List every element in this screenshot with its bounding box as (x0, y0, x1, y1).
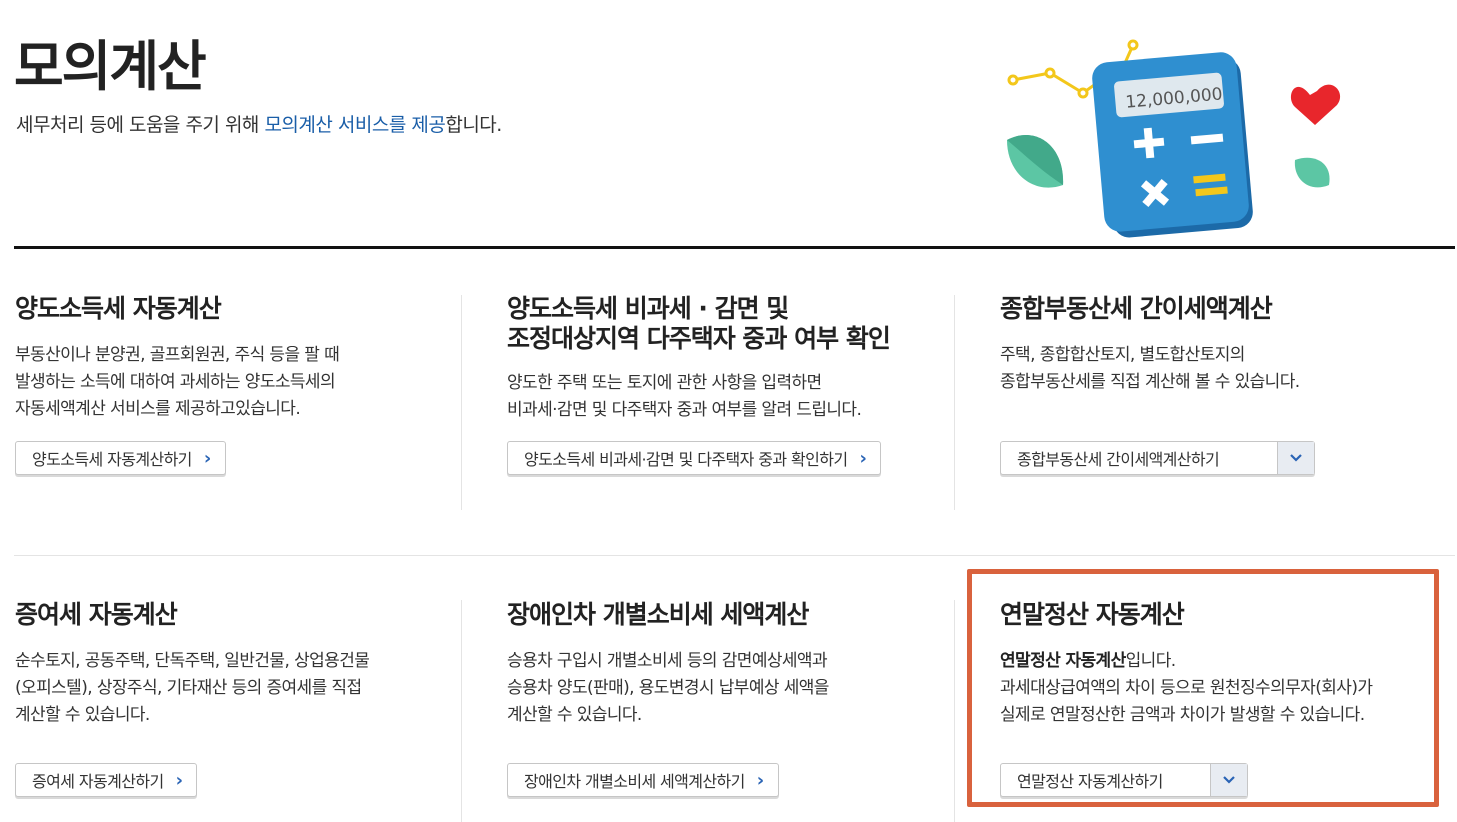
desc-line: 비과세·감면 및 다주택자 중과 여부를 알려 드립니다. (507, 400, 862, 420)
real-estate-tax-calc-dropdown[interactable]: 종합부동산세 간이세액계산하기 (1000, 441, 1315, 475)
desc-line: 주택, 종합합산토지, 별도합산토지의 (1000, 345, 1245, 365)
desc-line: (오피스텔), 상장주식, 기타재산 등의 증여세를 직접 (15, 678, 362, 698)
card-description: 주택, 종합합산토지, 별도합산토지의 종합부동산세를 직접 계산해 볼 수 있… (1000, 342, 1440, 396)
desc-line: 자동세액계산 서비스를 제공하고있습니다. (15, 399, 301, 419)
chevron-right-icon: › (859, 447, 867, 469)
card-title: 장애인차 개별소비세 세액계산 (507, 600, 809, 629)
chevron-right-icon: › (175, 769, 183, 791)
calculator-illustration: 12,000,000 (995, 35, 1355, 240)
subtitle-text: 세무처리 등에 도움을 주기 위해 (16, 114, 265, 136)
card-comprehensive-real-estate-tax: 종합부동산세 간이세액계산 주택, 종합합산토지, 별도합산토지의 종합부동산세… (1000, 294, 1440, 396)
desc-line: 승용차 양도(판매), 용도변경시 납부예상 세액을 (507, 678, 829, 698)
card-title: 양도소득세 비과세 · 감면 및 조정대상지역 다주택자 중과 여부 확인 (507, 294, 947, 354)
page-subtitle: 세무처리 등에 도움을 주기 위해 모의계산 서비스를 제공합니다. (16, 110, 502, 137)
title-line: 조정대상지역 다주택자 중과 여부 확인 (507, 324, 891, 353)
card-title: 양도소득세 자동계산 (15, 294, 222, 323)
button-label: 양도소득세 자동계산하기 (32, 450, 192, 469)
subtitle-highlight: 모의계산 서비스를 제공 (264, 114, 446, 136)
header-divider (14, 246, 1455, 249)
column-divider (461, 295, 462, 510)
card-description: 양도한 주택 또는 토지에 관한 사항을 입력하면 비과세·감면 및 다주택자 … (507, 370, 947, 424)
desc-line: 부동산이나 분양권, 골프회원권, 주식 등을 팔 때 (15, 345, 340, 365)
chevron-down-icon[interactable] (1277, 442, 1314, 474)
button-label: 증여세 자동계산하기 (32, 772, 164, 791)
card-transfer-income-tax: 양도소득세 자동계산 부동산이나 분양권, 골프회원권, 주식 등을 팔 때 발… (15, 294, 455, 423)
desc-line: 발생하는 소득에 대하여 과세하는 양도소득세의 (15, 372, 336, 392)
page-title: 모의계산 (14, 35, 207, 98)
row-divider (14, 555, 1455, 556)
subtitle-text-end: 합니다. (445, 114, 502, 136)
transfer-tax-calc-button[interactable]: 양도소득세 자동계산하기 › (15, 441, 226, 475)
card-description: 부동산이나 분양권, 골프회원권, 주식 등을 팔 때 발생하는 소득에 대하여… (15, 342, 455, 423)
column-divider (954, 295, 955, 510)
gift-tax-calc-button[interactable]: 증여세 자동계산하기 › (15, 763, 198, 797)
title-line: 양도소득세 비과세 · 감면 및 (507, 294, 789, 323)
chevron-right-icon: › (756, 769, 764, 791)
desc-line: 계산할 수 있습니다. (15, 705, 150, 725)
column-divider (461, 600, 462, 822)
column-divider (954, 600, 955, 822)
card-disabled-vehicle-tax: 장애인차 개별소비세 세액계산 승용차 구입시 개별소비세 등의 감면예상세액과… (507, 600, 947, 729)
highlight-box (967, 569, 1439, 807)
button-label: 종합부동산세 간이세액계산하기 (1017, 450, 1220, 469)
card-description: 순수토지, 공동주택, 단독주택, 일반건물, 상업용건물 (오피스텔), 상장… (15, 648, 455, 729)
card-gift-tax: 증여세 자동계산 순수토지, 공동주택, 단독주택, 일반건물, 상업용건물 (… (15, 600, 455, 729)
desc-line: 종합부동산세를 직접 계산해 볼 수 있습니다. (1000, 372, 1300, 392)
disabled-vehicle-tax-calc-button[interactable]: 장애인차 개별소비세 세액계산하기 › (507, 763, 779, 797)
desc-line: 순수토지, 공동주택, 단독주택, 일반건물, 상업용건물 (15, 651, 370, 671)
desc-line: 계산할 수 있습니다. (507, 705, 642, 725)
button-label: 양도소득세 비과세·감면 및 다주택자 중과 확인하기 (524, 450, 848, 469)
transfer-tax-exemption-check-button[interactable]: 양도소득세 비과세·감면 및 다주택자 중과 확인하기 › (507, 441, 882, 475)
card-title: 증여세 자동계산 (15, 600, 178, 629)
desc-line: 승용차 구입시 개별소비세 등의 감면예상세액과 (507, 651, 828, 671)
card-title: 종합부동산세 간이세액계산 (1000, 294, 1273, 323)
button-label: 장애인차 개별소비세 세액계산하기 (524, 772, 745, 791)
card-description: 승용차 구입시 개별소비세 등의 감면예상세액과 승용차 양도(판매), 용도변… (507, 648, 947, 729)
desc-line: 양도한 주택 또는 토지에 관한 사항을 입력하면 (507, 373, 822, 393)
chevron-right-icon: › (203, 447, 211, 469)
card-transfer-tax-exemption: 양도소득세 비과세 · 감면 및 조정대상지역 다주택자 중과 여부 확인 양도한… (507, 294, 947, 424)
